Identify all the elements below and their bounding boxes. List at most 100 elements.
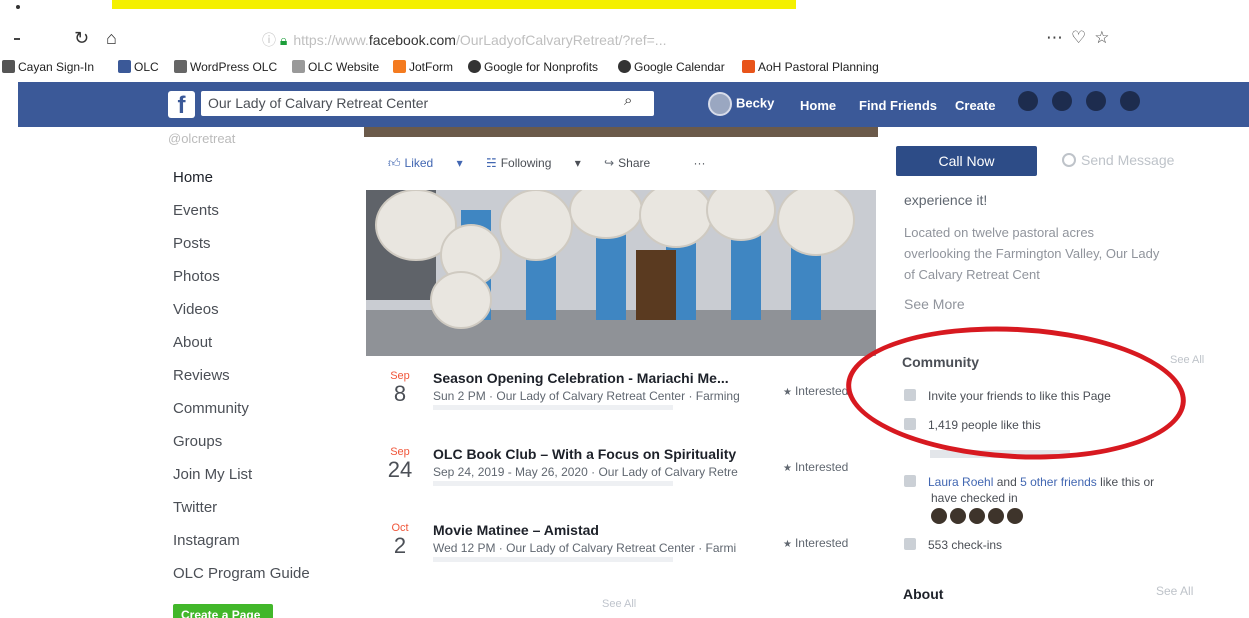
about-headline: experience it! (904, 192, 988, 208)
event-item[interactable]: Sep 24 OLC Book Club – With a Focus on S… (383, 442, 883, 518)
sidebar-item-join-my-list[interactable]: Join My List (173, 465, 310, 498)
sidebar-item-events[interactable]: Events (173, 201, 310, 234)
bookmark-google-nonprofits[interactable]: Google for Nonprofits (468, 60, 598, 74)
friend-requests-icon[interactable] (1018, 91, 1038, 111)
about-see-all-link[interactable]: See All (1156, 584, 1193, 598)
messenger-icon[interactable] (1052, 91, 1072, 111)
call-now-button[interactable]: Call Now (896, 146, 1037, 176)
interested-button[interactable]: ★ Interested (783, 384, 848, 398)
liked-button[interactable]: 👍︎ Liked ▾ (388, 156, 463, 170)
home-link[interactable]: Home (800, 98, 836, 113)
event-faded-line (433, 481, 673, 486)
notifications-icon[interactable] (1086, 91, 1106, 111)
messenger-icon (1062, 153, 1076, 167)
url-domain: facebook.com (368, 32, 456, 48)
google-icon (618, 60, 631, 73)
bookmark-jotform[interactable]: JotForm (393, 60, 453, 74)
reload-icon[interactable]: ↻ (74, 28, 89, 49)
search-input[interactable]: Our Lady of Calvary Retreat Center (201, 91, 654, 116)
page-actions-row: 👍︎ Liked ▾ ☵ Following ▾ ↪ Share ··· (388, 156, 726, 171)
event-item[interactable]: Sep 8 Season Opening Celebration - Maria… (383, 366, 883, 442)
sidebar-item-photos[interactable]: Photos (173, 267, 310, 300)
minimize-icon[interactable] (14, 38, 20, 40)
tab-dot (16, 5, 20, 9)
search-icon[interactable]: ⌕ (624, 92, 632, 109)
checkin-icon (904, 538, 916, 550)
sidebar-item-posts[interactable]: Posts (173, 234, 310, 267)
avatar[interactable] (950, 508, 966, 524)
sidebar-item-videos[interactable]: Videos (173, 300, 310, 333)
events-list: Sep 8 Season Opening Celebration - Maria… (383, 366, 883, 594)
sidebar-item-olc-program-guide[interactable]: OLC Program Guide (173, 564, 310, 597)
event-title[interactable]: Season Opening Celebration - Mariachi Me… (433, 370, 763, 386)
highlighted-tab[interactable] (112, 0, 796, 9)
event-details: Wed 12 PM · Our Lady of Calvary Retreat … (433, 541, 737, 555)
bookmark-olc-website[interactable]: OLC Website (292, 60, 379, 74)
sidebar-item-community[interactable]: Community (173, 399, 310, 432)
star-icon: ★ (783, 463, 792, 474)
event-date: Sep 8 (390, 370, 410, 406)
create-link[interactable]: Create (955, 98, 995, 113)
url-prefix: https://www. (293, 32, 369, 48)
browser-toolbar: ↻ ⌂ ⓘ 🔒︎ https://www.facebook.com/OurLady… (0, 22, 1249, 54)
following-button[interactable]: ☵ Following ▾ (486, 156, 581, 170)
avatar[interactable] (931, 508, 947, 524)
friend-link[interactable]: Laura Roehl (928, 475, 993, 489)
events-see-all-link[interactable]: See All (602, 598, 636, 610)
star-icon: ★ (783, 387, 792, 398)
more-options-button[interactable]: ··· (694, 156, 706, 170)
sidebar-item-about[interactable]: About (173, 333, 310, 366)
event-date: Oct 2 (391, 522, 409, 558)
event-photo[interactable] (366, 190, 876, 356)
cover-photo (364, 127, 878, 137)
google-icon (468, 60, 481, 73)
address-bar[interactable]: ⓘ 🔒︎ https://www.facebook.com/OurLadyofCa… (262, 30, 666, 50)
avatar[interactable] (969, 508, 985, 524)
bookmark-aoh-pastoral[interactable]: AoH Pastoral Planning (742, 60, 879, 74)
pocket-icon[interactable]: ♡ (1071, 28, 1094, 47)
aoh-icon (742, 60, 755, 73)
rss-icon: ☵ (485, 156, 497, 170)
sidebar-item-twitter[interactable]: Twitter (173, 498, 310, 531)
home-icon[interactable]: ⌂ (106, 28, 117, 49)
see-more-link[interactable]: See More (904, 296, 965, 312)
event-title[interactable]: OLC Book Club – With a Focus on Spiritua… (433, 446, 763, 462)
find-friends-link[interactable]: Find Friends (859, 98, 937, 113)
other-friends-link[interactable]: 5 other friends (1020, 475, 1097, 489)
profile-link[interactable]: Becky (708, 92, 774, 116)
toolbar-right-icons: ⋯♡☆ (1046, 28, 1118, 48)
sidebar-item-groups[interactable]: Groups (173, 432, 310, 465)
info-icon: ⓘ (262, 32, 276, 48)
help-icon[interactable] (1120, 91, 1140, 111)
friends-icon (904, 475, 916, 487)
event-title[interactable]: Movie Matinee – Amistad (433, 522, 763, 538)
about-section-title: About (903, 586, 944, 602)
facebook-top-bar: f Our Lady of Calvary Retreat Center ⌕ B… (18, 82, 1249, 127)
bookmark-cayan[interactable]: Cayan Sign-In (2, 60, 94, 74)
facebook-logo-icon[interactable]: f (168, 91, 195, 119)
sidebar-item-instagram[interactable]: Instagram (173, 531, 310, 564)
create-page-button[interactable]: Create a Page (173, 604, 273, 618)
friends-avatars (931, 508, 1026, 529)
wordpress-icon (174, 60, 187, 73)
send-message-button[interactable]: Send Message (1062, 152, 1174, 168)
interested-button[interactable]: ★ Interested (783, 460, 848, 474)
event-details: Sep 24, 2019 - May 26, 2020 · Our Lady o… (433, 465, 738, 479)
interested-button[interactable]: ★ Interested (783, 536, 848, 550)
bookmark-star-icon[interactable]: ☆ (1094, 28, 1117, 47)
bookmark-olc[interactable]: OLC (118, 60, 159, 74)
community-see-all-link[interactable]: See All (1170, 354, 1204, 366)
facebook-icon (118, 60, 131, 73)
page-handle: @olcretreat (168, 131, 236, 146)
bookmark-wordpress-olc[interactable]: WordPress OLC (174, 60, 277, 74)
page-sidebar-nav: Home Events Posts Photos Videos About Re… (173, 168, 310, 597)
avatar[interactable] (1007, 508, 1023, 524)
sidebar-item-reviews[interactable]: Reviews (173, 366, 310, 399)
annotation-circle (842, 318, 1190, 468)
share-button[interactable]: ↪ Share (604, 156, 670, 170)
more-actions-icon[interactable]: ⋯ (1046, 28, 1071, 47)
sidebar-item-home[interactable]: Home (173, 168, 310, 201)
avatar[interactable] (988, 508, 1004, 524)
bookmark-google-calendar[interactable]: Google Calendar (618, 60, 725, 74)
event-item[interactable]: Oct 2 Movie Matinee – Amistad Wed 12 PM … (383, 518, 883, 594)
